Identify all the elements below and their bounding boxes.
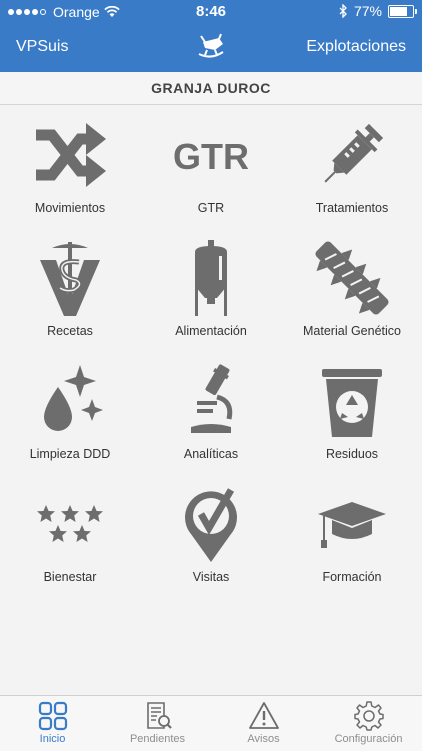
gtr-icon: GTR <box>173 136 249 177</box>
status-bar: Orange 8:46 77% <box>0 0 422 24</box>
tile-label: Formación <box>322 570 382 584</box>
feed-silo-icon <box>195 240 227 316</box>
tile-label: Analíticas <box>183 447 239 461</box>
bluetooth-icon <box>339 4 347 18</box>
tab-label: Avisos <box>247 733 280 745</box>
shuffle-icon <box>36 123 106 187</box>
tile-residuos[interactable]: Residuos <box>282 351 422 474</box>
tab-label: Configuración <box>334 733 403 745</box>
battery-icon <box>388 4 417 18</box>
document-search-icon <box>146 702 172 729</box>
tile-gtr[interactable]: GTR GTR <box>141 105 281 228</box>
location-check-icon <box>185 488 237 562</box>
tile-label: Material Genético <box>303 324 401 338</box>
tab-avisos[interactable]: Avisos <box>211 696 316 751</box>
tile-label: Bienestar <box>43 570 97 584</box>
tab-label: Pendientes <box>129 733 186 745</box>
tile-alimentacion[interactable]: Alimentación <box>141 228 281 351</box>
recycle-bin-icon <box>322 369 382 437</box>
tile-visitas[interactable]: Visitas <box>141 474 281 597</box>
tile-label: Tratamientos <box>315 201 389 215</box>
explotaciones-button[interactable]: Explotaciones <box>306 38 406 56</box>
graduation-cap-icon <box>318 502 386 548</box>
tile-movimientos[interactable]: Movimientos <box>0 105 140 228</box>
battery-fill <box>390 6 407 16</box>
back-button[interactable]: VPSuis <box>16 38 68 56</box>
nav-bar: VPSuis Explotaciones <box>0 24 422 72</box>
gear-icon <box>353 701 384 731</box>
tile-label: Recetas <box>47 324 93 338</box>
tile-bienestar[interactable]: Bienestar <box>0 474 140 597</box>
drop-sparkle-icon <box>44 365 103 431</box>
tab-bar: Inicio Pendientes Avisos Configuración <box>0 695 422 751</box>
tile-label: Alimentación <box>175 324 247 338</box>
tab-inicio[interactable]: Inicio <box>0 696 105 751</box>
microscope-icon <box>191 364 233 433</box>
svg-text:GTR: GTR <box>173 136 249 177</box>
tab-configuracion[interactable]: Configuración <box>316 696 421 751</box>
tab-label: Inicio <box>39 733 66 745</box>
status-right: 77% <box>339 3 417 19</box>
warning-icon <box>248 702 279 729</box>
tile-label: Movimientos <box>34 201 106 215</box>
battery-percent: 77% <box>353 3 382 19</box>
tile-formacion[interactable]: Formación <box>282 474 422 597</box>
dna-icon <box>315 241 389 315</box>
tile-label: GTR <box>197 201 225 215</box>
stars-icon <box>37 505 103 542</box>
tile-recetas[interactable]: Recetas <box>0 228 140 351</box>
tile-material-genetico[interactable]: Material Genético <box>282 228 422 351</box>
tile-label: Limpieza DDD <box>29 447 111 461</box>
tile-tratamientos[interactable]: Tratamientos <box>282 105 422 228</box>
grid-icon <box>38 701 67 731</box>
syringe-icon <box>324 123 384 183</box>
tile-label: Residuos <box>325 447 379 461</box>
pig-logo-icon <box>198 33 224 58</box>
tile-analiticas[interactable]: Analíticas <box>141 351 281 474</box>
tile-limpieza-ddd[interactable]: Limpieza DDD <box>0 351 140 474</box>
farm-title: GRANJA DUROC <box>0 72 422 105</box>
veterinary-caduceus-icon <box>40 242 100 316</box>
tile-label: Visitas <box>192 570 230 584</box>
tab-pendientes[interactable]: Pendientes <box>105 696 210 751</box>
